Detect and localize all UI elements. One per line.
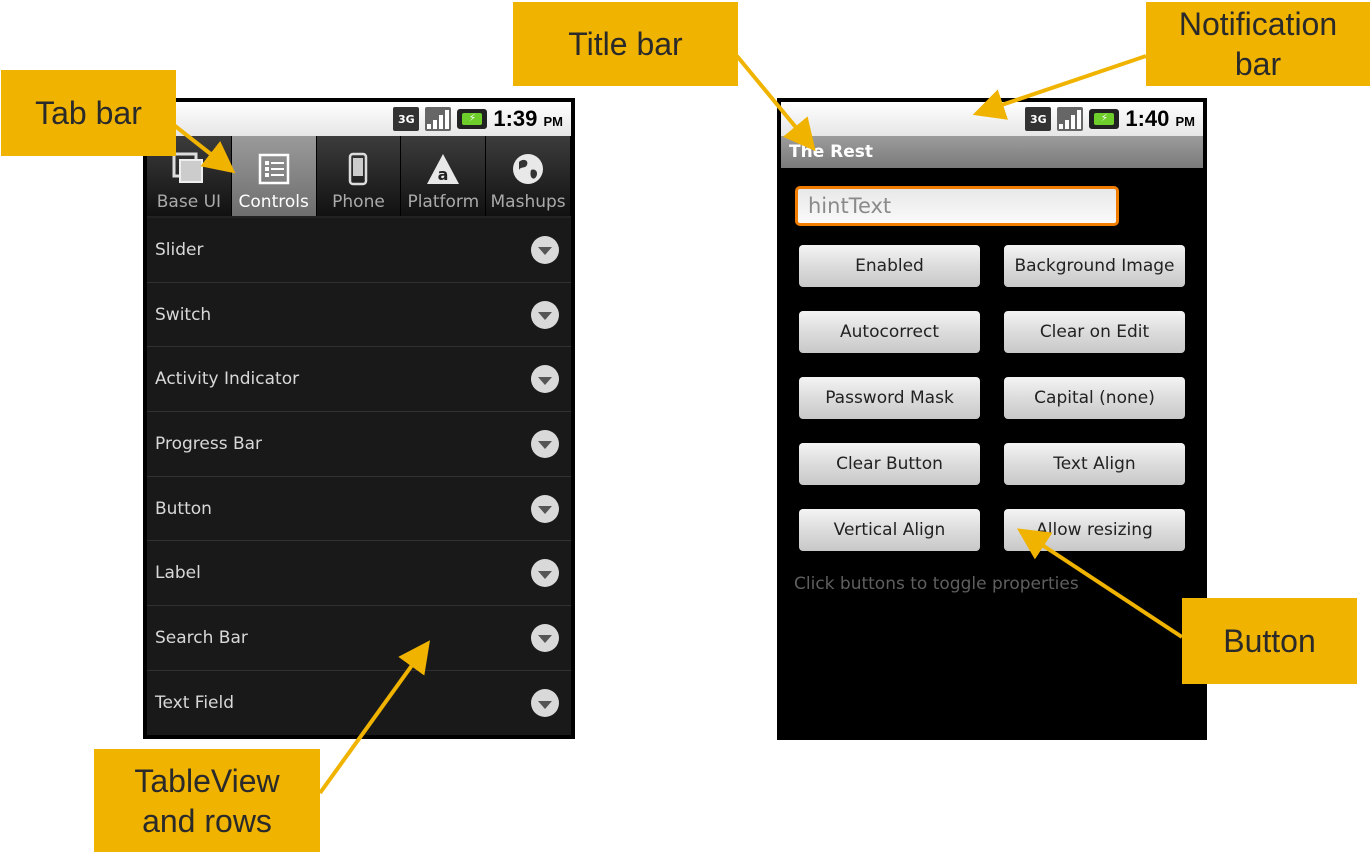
tab-mashups[interactable]: Mashups [486, 136, 571, 216]
callout-button: Button [1182, 598, 1357, 684]
row-title: Slider [155, 239, 204, 260]
network-3g-icon: 3G [393, 107, 420, 131]
callout-tableview: TableView and rows [94, 749, 320, 852]
tab-label: Mashups [490, 192, 566, 212]
table-row-activity-indicator[interactable]: Activity Indicator [147, 347, 571, 413]
status-clock: 1:40 PM [1125, 106, 1195, 132]
chevron-down-icon [531, 494, 559, 523]
table-row-text-field[interactable]: Text Field [147, 671, 571, 736]
chevron-down-icon [531, 429, 559, 458]
callout-text: Title bar [568, 26, 683, 62]
status-time: 1:40 [1125, 106, 1170, 131]
left-phone-screen: 3G ⚡ 1:39 PM Base UI Controls Phone a Pl… [143, 98, 575, 739]
autocorrect-button[interactable]: Autocorrect [799, 311, 980, 353]
chevron-down-icon [531, 300, 559, 329]
clear-on-edit-button[interactable]: Clear on Edit [1004, 311, 1185, 353]
chevron-down-icon [531, 559, 559, 588]
table-row-progress-bar[interactable]: Progress Bar [147, 412, 571, 477]
row-title: Progress Bar [155, 433, 263, 454]
tab-label: Base UI [156, 192, 222, 212]
chevron-down-icon [531, 235, 559, 264]
tab-label: Phone [332, 192, 385, 212]
row-title: Activity Indicator [155, 369, 300, 390]
status-ampm: PM [1175, 114, 1196, 129]
tab-phone[interactable]: Phone [316, 136, 402, 216]
callout-text: TableView [134, 762, 280, 799]
text-align-button[interactable]: Text Align [1004, 443, 1185, 485]
row-title: Label [155, 563, 201, 584]
table-row-search-bar[interactable]: Search Bar [147, 606, 571, 671]
allow-resizing-button[interactable]: Allow resizing [1004, 509, 1185, 551]
chevron-down-icon [531, 623, 559, 652]
row-title: Search Bar [155, 627, 248, 648]
password-mask-button[interactable]: Password Mask [799, 377, 980, 419]
battery-charging-icon: ⚡ [457, 109, 488, 129]
svg-text:a: a [438, 165, 449, 184]
notification-bar: 3G ⚡ 1:40 PM [781, 102, 1203, 136]
table-view: Slider Switch Activity Indicator Progres… [147, 218, 571, 735]
tab-controls[interactable]: Controls [231, 136, 317, 216]
signal-strength-icon [425, 107, 452, 131]
network-3g-icon: 3G [1025, 107, 1052, 131]
right-phone-screen: 3G ⚡ 1:40 PM The Rest Enabled Background… [777, 98, 1207, 740]
chevron-down-icon [531, 365, 559, 394]
notification-bar: 3G ⚡ 1:39 PM [147, 102, 571, 136]
signal-strength-icon [1057, 107, 1084, 131]
title-bar: The Rest [781, 136, 1203, 168]
capital-button[interactable]: Capital (none) [1004, 377, 1185, 419]
clear-button-button[interactable]: Clear Button [799, 443, 980, 485]
appcelerator-icon: a [424, 150, 462, 188]
tab-label: Controls [238, 192, 309, 212]
callout-text: Tab bar [35, 95, 142, 131]
tab-platform[interactable]: a Platform [401, 136, 487, 216]
list-icon [255, 150, 293, 188]
globe-icon [509, 150, 547, 188]
callout-text: Notification [1178, 6, 1338, 42]
row-title: Button [155, 498, 212, 519]
vertical-align-button[interactable]: Vertical Align [799, 509, 980, 551]
enabled-button[interactable]: Enabled [799, 245, 980, 287]
table-row-switch[interactable]: Switch [147, 283, 571, 348]
hint-text-field[interactable] [795, 186, 1119, 226]
callout-title-bar: Title bar [513, 2, 738, 86]
battery-charging-icon: ⚡ [1089, 109, 1120, 129]
table-row-slider[interactable]: Slider [147, 218, 571, 283]
row-title: Switch [155, 304, 212, 325]
table-row-button[interactable]: Button [147, 477, 571, 542]
phone-icon [339, 150, 377, 188]
chevron-down-icon [531, 689, 559, 718]
table-row-label[interactable]: Label [147, 541, 571, 607]
row-title: Text Field [155, 693, 235, 714]
tab-label: Platform [407, 192, 480, 212]
status-clock: 1:39 PM [493, 106, 563, 132]
callout-text: Button [1223, 623, 1316, 659]
background-image-button[interactable]: Background Image [1004, 245, 1185, 287]
status-time: 1:39 [493, 106, 538, 131]
instructions-label: Click buttons to toggle properties [794, 574, 1079, 594]
callout-tab-bar: Tab bar [1, 70, 176, 156]
tab-bar: Base UI Controls Phone a Platform Mashup… [147, 136, 571, 218]
callout-notification-bar: Notification bar [1146, 2, 1370, 86]
callout-text: and rows [142, 802, 272, 839]
status-ampm: PM [543, 114, 564, 129]
callout-text: bar [1234, 46, 1282, 82]
